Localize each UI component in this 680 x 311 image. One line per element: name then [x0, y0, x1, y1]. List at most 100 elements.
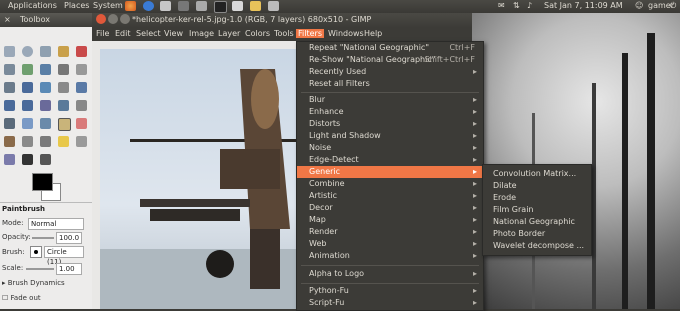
menu-filters[interactable]: Filters: [296, 29, 324, 38]
vertical-ruler[interactable]: [92, 49, 100, 309]
menu-item-artistic[interactable]: Artistic ▸: [297, 190, 483, 202]
menu-item-combine[interactable]: Combine ▸: [297, 178, 483, 190]
places-menu[interactable]: Places: [64, 1, 89, 10]
heal-icon[interactable]: [76, 136, 87, 147]
pencil-icon[interactable]: [4, 136, 15, 147]
menu-item-repeat[interactable]: Repeat "National Geographic" Ctrl+F: [297, 42, 483, 54]
menu-item-alpha-to-logo[interactable]: Alpha to Logo ▸: [297, 268, 483, 280]
menu-view[interactable]: View: [162, 29, 185, 38]
text-editor-icon[interactable]: [232, 1, 243, 11]
ellipse-select-icon[interactable]: [22, 46, 33, 57]
menu-file[interactable]: File: [94, 29, 111, 38]
menu-item-blur[interactable]: Blur ▸: [297, 94, 483, 106]
thunderbird-icon[interactable]: [143, 1, 154, 11]
submenu-item-convolution-matrix[interactable]: Convolution Matrix...: [483, 168, 591, 180]
clone-icon[interactable]: [58, 136, 69, 147]
menu-item-web[interactable]: Web ▸: [297, 238, 483, 250]
free-select-icon[interactable]: [40, 46, 51, 57]
crop-icon[interactable]: [58, 82, 69, 93]
move-icon[interactable]: [22, 82, 33, 93]
flip-icon[interactable]: [58, 100, 69, 111]
power-icon[interactable]: ⏻: [670, 1, 676, 11]
mail-icon[interactable]: ✉: [498, 1, 505, 10]
menu-item-distorts[interactable]: Distorts ▸: [297, 118, 483, 130]
align-icon[interactable]: [40, 82, 51, 93]
menu-item-decor[interactable]: Decor ▸: [297, 202, 483, 214]
scale-icon[interactable]: [4, 100, 15, 111]
smudge-icon[interactable]: [4, 154, 15, 165]
perspective-icon[interactable]: [40, 100, 51, 111]
blur-sharpen-icon[interactable]: [40, 154, 51, 165]
submenu-item-film-grain[interactable]: Film Grain: [483, 204, 591, 216]
menu-help[interactable]: Help: [362, 29, 384, 38]
menu-item-edge-detect[interactable]: Edge-Detect ▸: [297, 154, 483, 166]
text-icon[interactable]: [4, 118, 15, 129]
file-manager-icon[interactable]: [250, 1, 261, 11]
close-icon[interactable]: ×: [4, 13, 11, 27]
volume-icon[interactable]: ♪: [527, 1, 532, 10]
rotate-icon[interactable]: [76, 82, 87, 93]
scale-slider[interactable]: [26, 268, 54, 270]
menu-windows[interactable]: Windows: [326, 29, 366, 38]
mode-select[interactable]: Normal: [28, 218, 84, 230]
shear-icon[interactable]: [22, 100, 33, 111]
menu-item-map[interactable]: Map ▸: [297, 214, 483, 226]
blend-icon[interactable]: [40, 118, 51, 129]
menu-item-reshow[interactable]: Re-Show "National Geographic" Shift+Ctrl…: [297, 54, 483, 66]
zoom-icon[interactable]: [76, 64, 87, 75]
menu-edit[interactable]: Edit: [113, 29, 133, 38]
brush-dynamics-expander[interactable]: ▸ Brush Dynamics: [2, 279, 65, 287]
color-select-icon[interactable]: [76, 46, 87, 57]
menu-tools[interactable]: Tools: [272, 29, 296, 38]
submenu-item-photo-border[interactable]: Photo Border: [483, 228, 591, 240]
submenu-item-dilate[interactable]: Dilate: [483, 180, 591, 192]
measure-icon[interactable]: [4, 82, 15, 93]
menu-item-reset-filters[interactable]: Reset all Filters: [297, 78, 483, 90]
terminal-icon[interactable]: [214, 1, 227, 13]
menu-item-generic[interactable]: Generic ▸: [297, 166, 483, 178]
paths-icon[interactable]: [40, 64, 51, 75]
foreground-select-icon[interactable]: [22, 64, 33, 75]
network-icon[interactable]: ⇅: [513, 1, 520, 10]
launcher-icon[interactable]: [178, 1, 189, 11]
menu-item-render[interactable]: Render ▸: [297, 226, 483, 238]
submenu-item-national-geographic[interactable]: National Geographic: [483, 216, 591, 228]
menu-item-recently-used[interactable]: Recently Used ▸: [297, 66, 483, 78]
menu-item-animation[interactable]: Animation ▸: [297, 250, 483, 262]
foreground-color[interactable]: [32, 173, 53, 191]
menu-item-enhance[interactable]: Enhance ▸: [297, 106, 483, 118]
fade-out-checkbox[interactable]: ☐ Fade out: [2, 294, 41, 302]
screenshot-icon[interactable]: [196, 1, 207, 11]
airbrush-icon[interactable]: [22, 136, 33, 147]
ink-icon[interactable]: [40, 136, 51, 147]
scale-input[interactable]: 1.00: [56, 263, 82, 275]
clock[interactable]: Sat Jan 7, 11:09 AM: [544, 1, 623, 10]
color-picker-icon[interactable]: [58, 64, 69, 75]
firefox-icon[interactable]: [125, 1, 136, 11]
menu-item-python-fu[interactable]: Python-Fu ▸: [297, 285, 483, 297]
paintbrush-icon[interactable]: [58, 118, 71, 131]
bucket-fill-icon[interactable]: [22, 118, 33, 129]
eraser-icon[interactable]: [76, 118, 87, 129]
opacity-slider[interactable]: [32, 237, 54, 239]
scissors-icon[interactable]: [4, 64, 15, 75]
menu-item-script-fu[interactable]: Script-Fu ▸: [297, 297, 483, 309]
cage-transform-icon[interactable]: [76, 100, 87, 111]
menu-colors[interactable]: Colors: [243, 29, 272, 38]
rect-select-icon[interactable]: [4, 46, 15, 57]
submenu-item-wavelet-decompose[interactable]: Wavelet decompose ...: [483, 240, 591, 252]
maximize-icon[interactable]: [120, 14, 130, 24]
menu-image[interactable]: Image: [187, 29, 216, 38]
minimize-icon[interactable]: [108, 14, 118, 24]
menu-item-light-shadow[interactable]: Light and Shadow ▸: [297, 130, 483, 142]
system-menu[interactable]: System: [93, 1, 123, 10]
fuzzy-select-icon[interactable]: [58, 46, 69, 57]
applications-menu[interactable]: Applications: [8, 1, 57, 10]
launcher-icon[interactable]: [268, 1, 279, 11]
launcher-icon[interactable]: [160, 1, 171, 11]
submenu-item-erode[interactable]: Erode: [483, 192, 591, 204]
dodge-burn-icon[interactable]: [22, 154, 33, 165]
opacity-input[interactable]: 100.0: [56, 232, 82, 244]
menu-item-noise[interactable]: Noise ▸: [297, 142, 483, 154]
brush-preview[interactable]: [30, 246, 42, 258]
